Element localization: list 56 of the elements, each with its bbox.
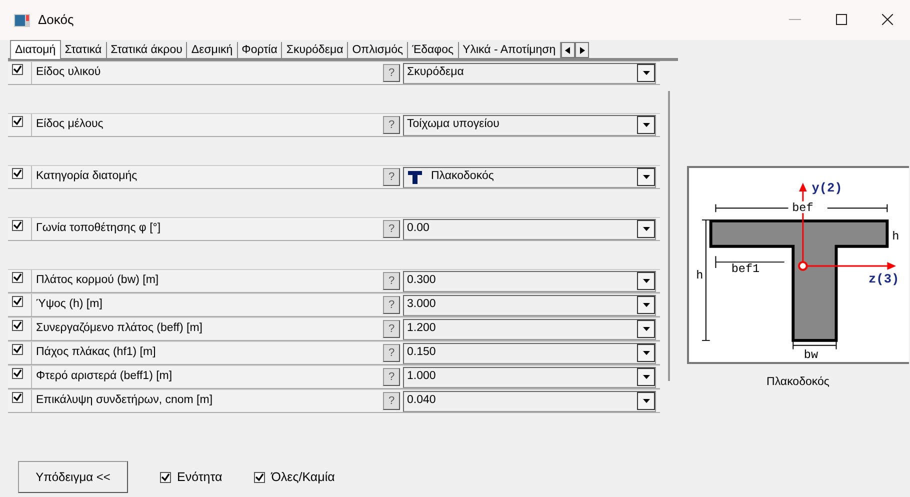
help-button[interactable]: ?: [383, 296, 400, 314]
checkbox[interactable]: [160, 472, 171, 482]
help-button[interactable]: ?: [383, 220, 400, 238]
checkbox[interactable]: [12, 116, 23, 127]
checkbox-label: Ενότητα: [177, 468, 222, 486]
help-button[interactable]: ?: [383, 320, 400, 338]
checkbox[interactable]: [254, 472, 266, 482]
dropdown-field[interactable]: 0.300: [403, 270, 656, 292]
dimension-label: h: [892, 230, 900, 244]
example-button[interactable]: Υπόδειγμα <<: [18, 461, 128, 493]
z-axis-label: z(3): [868, 272, 900, 287]
dropdown-field[interactable]: 1.000: [403, 366, 656, 388]
help-button[interactable]: ?: [383, 368, 400, 386]
help-button[interactable]: ?: [383, 116, 400, 134]
y-axis-label: y(2): [812, 180, 842, 196]
checkbox[interactable]: [12, 296, 23, 307]
scrollbar[interactable]: [668, 91, 670, 381]
dropdown-field[interactable]: 3.000: [403, 294, 656, 316]
checkbox[interactable]: [12, 220, 23, 231]
dropdown-field[interactable]: 0.00: [403, 218, 656, 240]
help-button[interactable]: ?: [383, 168, 400, 186]
close-icon[interactable]: [882, 14, 892, 26]
left-arrow-icon: [564, 46, 571, 54]
dropdown-field[interactable]: 0.040: [403, 390, 656, 412]
dimension-label: bef: [792, 201, 814, 216]
checkbox[interactable]: [12, 320, 23, 331]
right-arrow-icon: [578, 46, 585, 54]
centroid-marker: [798, 261, 808, 271]
help-button[interactable]: ?: [383, 64, 400, 82]
help-button[interactable]: ?: [383, 392, 400, 410]
window-title: Δοκός: [38, 11, 74, 30]
dimension-line: [792, 340, 837, 350]
checkbox[interactable]: [12, 168, 23, 179]
scroll-left-button[interactable]: [560, 42, 575, 58]
scroll-right-button[interactable]: [574, 42, 589, 58]
t-beam-icon: [407, 170, 423, 184]
checkbox-label: Όλες/Καμία: [271, 468, 335, 486]
dimension-label: bw: [804, 348, 818, 362]
checkbox[interactable]: [12, 392, 23, 403]
checkbox[interactable]: [12, 272, 23, 283]
help-button[interactable]: ?: [383, 272, 400, 290]
dimension-label: bef1: [731, 262, 760, 276]
help-button[interactable]: ?: [383, 344, 400, 362]
maximize-icon[interactable]: [836, 14, 846, 26]
dropdown-field[interactable]: Σκυρόδεμα: [403, 62, 656, 84]
checkbox[interactable]: [12, 344, 23, 355]
dropdown-field[interactable]: 0.150: [403, 342, 656, 364]
tab[interactable]: Διατομή: [10, 40, 61, 59]
checkbox[interactable]: [12, 368, 23, 379]
dropdown-field[interactable]: Πλακοδοκός: [403, 166, 656, 188]
dropdown-field[interactable]: 1.200: [403, 318, 656, 340]
checkbox[interactable]: [12, 64, 23, 75]
dimension-label: h: [696, 268, 704, 283]
app-icon: [14, 14, 30, 26]
dropdown-field[interactable]: Τοίχωμα υπογείου: [403, 114, 656, 136]
diagram-caption: Πλακοδοκός: [766, 375, 830, 390]
